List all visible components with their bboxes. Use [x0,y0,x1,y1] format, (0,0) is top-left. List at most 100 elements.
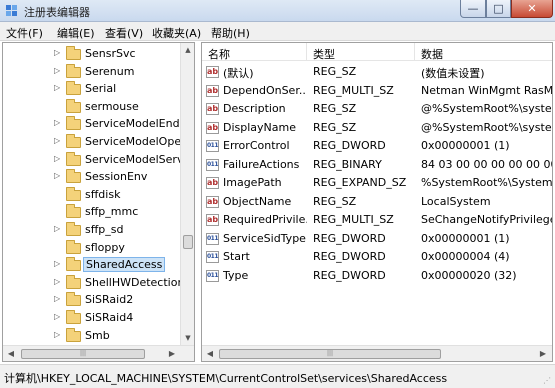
value-data: @%SystemRoot%\system [421,102,553,115]
column-header-type[interactable]: 类型 [313,46,335,62]
tree-item[interactable]: sermouse [3,98,183,116]
tree-item[interactable]: ▷ Serial [3,81,183,98]
maximize-button[interactable]: □ [486,0,511,18]
value-row[interactable]: 011 Start REG_DWORD 0x00000004 (4) [202,248,552,266]
expand-arrow-icon[interactable]: ▷ [54,66,60,75]
expand-arrow-icon[interactable]: ▷ [54,312,60,321]
registry-tree-pane[interactable]: ▷ SensrSvc ▷ Serenum ▷ Serial sermouse ▷ Service… [2,42,195,362]
menu-view[interactable]: 查看(V) [105,25,143,41]
tree-item[interactable]: ▷ SensrSvc [3,46,183,63]
minimize-button[interactable]: — [460,0,486,18]
scroll-left-arrow-icon[interactable]: ◀ [4,347,18,361]
tree-item[interactable]: ▷ Serenum [3,63,183,81]
tree-item-label: sffp_sd [85,223,124,236]
expand-arrow-icon[interactable]: ▷ [54,330,60,339]
tree-item[interactable]: ▷ ServiceModelEndp [3,116,187,133]
value-name: Type [223,268,249,282]
value-row[interactable]: ab Description REG_SZ @%SystemRoot%\system [202,100,553,118]
tree-item[interactable]: sffdisk [3,186,183,204]
tree-item[interactable]: ▷ SiSRaid4 [3,310,183,327]
list-horizontal-scrollbar[interactable]: ◀ ||| ▶ [202,345,552,361]
expand-arrow-icon[interactable]: ▷ [54,83,60,92]
value-type: REG_SZ [313,120,357,134]
column-divider[interactable] [414,43,415,61]
expand-arrow-icon[interactable]: ▷ [54,294,60,303]
value-data: (数值未设置) [421,67,485,80]
tree-item[interactable]: sffp_mmc [3,204,183,221]
value-data: LocalSystem [421,194,491,208]
close-button[interactable]: ✕ [511,0,553,18]
tree-item[interactable]: sfloppy [3,239,183,257]
tree-item[interactable]: ▷ sffp_sd [3,222,183,239]
folder-icon [66,186,81,201]
value-row[interactable]: ab ObjectName REG_SZ LocalSystem [202,193,552,211]
tree-item[interactable]: ▷ ShellHWDetection [3,274,184,292]
value-data: 84 03 00 00 00 00 00 00 [421,157,553,171]
folder-icon [66,98,81,113]
tree-item-label: SiSRaid2 [85,293,134,307]
value-row[interactable]: ab RequiredPrivile... REG_MULTI_SZ SeChange… [202,211,553,229]
value-row[interactable]: 011 Type REG_DWORD 0x00000020 (32) [202,267,552,285]
tree-item-label: sermouse [85,99,139,113]
menu-file[interactable]: 文件(F) [6,25,43,41]
value-type: REG_SZ [313,102,357,115]
value-name: ServiceSidType [223,231,306,245]
value-type: REG_DWORD [313,231,386,245]
scroll-down-arrow-icon[interactable]: ▼ [181,331,194,345]
scroll-right-arrow-icon[interactable]: ▶ [165,347,179,361]
value-row[interactable]: ab ImagePath REG_EXPAND_SZ %SystemRoot%\Sys… [202,174,552,192]
value-row[interactable]: ab DisplayName REG_SZ @%SystemRoot%\system [202,119,552,137]
list-hscroll-thumb[interactable]: ||| [219,349,441,359]
tree-item[interactable]: ▷ Smb [3,327,183,345]
folder-icon [66,327,81,342]
scroll-right-arrow-icon[interactable]: ▶ [536,347,550,361]
tree-hscroll-thumb[interactable]: ||| [21,349,145,359]
values-list-pane[interactable]: 名称 类型 数据 ab (默认) REG_SZ (数值未设置) ab DependOnSe… [201,42,553,362]
value-data: 0x00000020 (32) [421,268,517,282]
scroll-left-arrow-icon[interactable]: ◀ [203,347,217,361]
value-type: REG_SZ [313,194,357,208]
tree-scroll-thumb[interactable] [183,235,193,249]
tree-item-label: SiSRaid4 [85,311,134,324]
tree-item[interactable]: ▷ SiSRaid2 [3,292,183,309]
value-name: RequiredPrivile... [223,213,307,226]
expand-arrow-icon[interactable]: ▷ [54,48,60,57]
value-row[interactable]: 011 FailureActions REG_BINARY 84 03 00 00 0… [202,156,553,174]
expand-arrow-icon[interactable]: ▷ [54,136,60,145]
tree-item[interactable]: ▷ ServiceModelOper [3,134,186,151]
tree-vertical-scrollbar[interactable]: ▲ ▼ [180,43,194,345]
value-row[interactable]: ab (默认) REG_SZ (数值未设置) [202,63,552,81]
tree-item[interactable]: ▷ SharedAccess [3,257,183,274]
menu-favorites[interactable]: 收藏夹(A) [152,25,201,41]
value-row[interactable]: 011 ServiceSidType REG_DWORD 0x00000001 (1) [202,230,552,248]
string-value-icon: ab [206,177,219,189]
tree-item-label: SharedAccess [83,257,166,273]
value-name: Description [223,102,286,115]
expand-arrow-icon[interactable]: ▷ [54,118,60,127]
status-bar: 计算机\HKEY_LOCAL_MACHINE\SYSTEM\CurrentCon… [0,364,555,388]
column-header-name[interactable]: 名称 [208,46,230,62]
tree-item-label: Serial [85,82,117,96]
binary-value-icon: 011 [206,158,219,171]
scroll-up-arrow-icon[interactable]: ▲ [181,43,194,57]
value-row[interactable]: ab DependOnSer... REG_MULTI_SZ Netman WinMg… [202,82,552,100]
string-value-icon: ab [206,121,219,134]
menu-help[interactable]: 帮助(H) [211,25,250,41]
expand-arrow-icon[interactable]: ▷ [54,171,60,180]
tree-horizontal-scrollbar[interactable]: ◀ ||| ▶ [3,345,194,361]
folder-icon [66,222,81,236]
tree-item[interactable]: ▷ ServiceModelServi [3,151,187,169]
tree-item-label: ServiceModelEndp [85,117,187,131]
expand-arrow-icon[interactable]: ▷ [54,224,60,233]
menu-edit[interactable]: 编辑(E) [57,25,95,41]
value-data: SeChangeNotifyPrivilege [421,213,553,226]
expand-arrow-icon[interactable]: ▷ [54,259,60,268]
resize-grip-icon[interactable]: ⋰ [543,376,553,386]
column-header-data[interactable]: 数据 [421,46,443,62]
expand-arrow-icon[interactable]: ▷ [54,277,60,286]
column-divider[interactable] [306,43,307,61]
value-row[interactable]: 011 ErrorControl REG_DWORD 0x00000001 (1) [202,137,552,155]
folder-icon [66,274,81,289]
expand-arrow-icon[interactable]: ▷ [54,154,60,163]
tree-item[interactable]: ▷ SessionEnv [3,169,183,186]
